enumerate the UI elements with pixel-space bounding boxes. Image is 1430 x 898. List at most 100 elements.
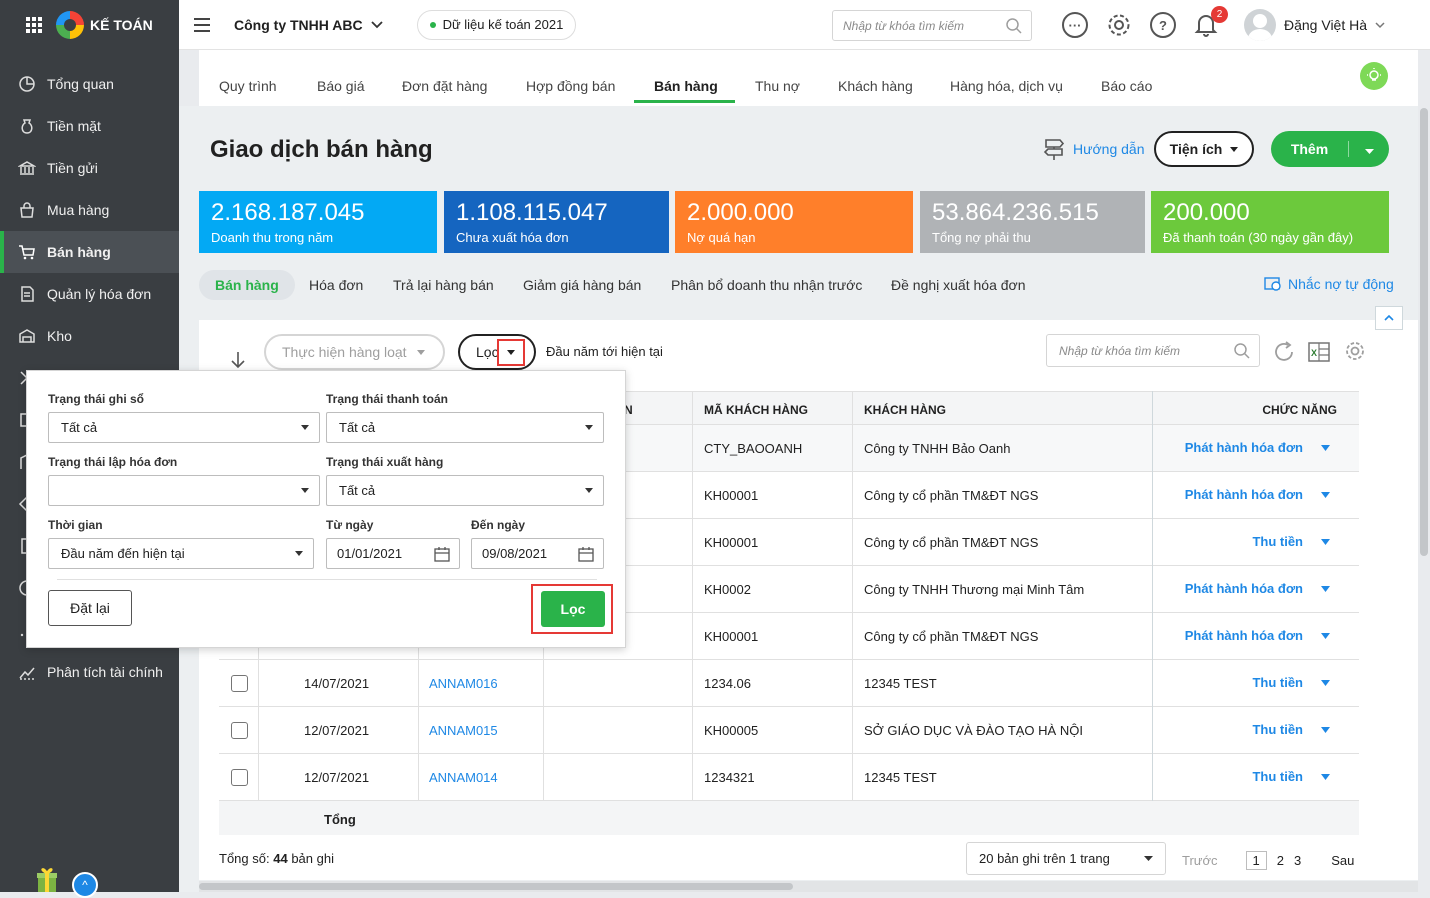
to-date-input[interactable]: 09/08/2021 <box>471 538 604 569</box>
refresh-icon[interactable] <box>1272 340 1296 364</box>
stat-card-paid-30-days[interactable]: 200.000 Đã thanh toán (30 ngày gần đây) <box>1151 191 1389 253</box>
menu-icon[interactable] <box>194 17 210 32</box>
table-search-input[interactable]: Nhập từ khóa tìm kiếm <box>1046 334 1260 367</box>
settings-icon[interactable] <box>1344 340 1366 362</box>
batch-actions-dropdown[interactable]: Thực hiện hàng loạt <box>264 334 445 370</box>
tab-sales-order[interactable]: Đơn đặt hàng <box>402 78 487 94</box>
help-icon[interactable]: ? <box>1150 12 1176 38</box>
page-button[interactable]: 1 <box>1245 851 1267 870</box>
sidebar-item-purchase[interactable]: Mua hàng <box>0 189 179 231</box>
document-number-link[interactable]: ANNAM015 <box>429 723 498 738</box>
scrollbar-thumb[interactable] <box>1420 108 1428 556</box>
sidebar-item-invoice[interactable]: Quản lý hóa đơn <box>0 273 179 315</box>
excel-export-icon[interactable]: X <box>1307 340 1331 364</box>
row-action-link[interactable]: Thu tiền <box>1252 769 1303 784</box>
tab-process[interactable]: Quy trình <box>219 78 277 94</box>
table-row[interactable]: 12/07/2021 ANNAM015 KH00005 SỞ GIÁO DỤC … <box>219 707 1359 754</box>
search-icon[interactable] <box>1005 17 1023 35</box>
auto-remind-link[interactable]: Nhắc nợ tự động <box>1264 276 1394 292</box>
caret-down-icon[interactable] <box>1321 586 1330 592</box>
chevron-up-icon[interactable]: ^ <box>72 872 98 898</box>
caret-down-icon[interactable] <box>1321 539 1330 545</box>
add-dropdown[interactable] <box>1349 141 1389 157</box>
gear-icon[interactable] <box>1106 12 1132 38</box>
time-period-select[interactable]: Đầu năm đến hiện tại <box>48 538 314 569</box>
sidebar-item-deposit[interactable]: Tiền gửi <box>0 147 179 189</box>
caret-down-icon[interactable] <box>1321 445 1330 451</box>
from-date-input[interactable]: 01/01/2021 <box>326 538 460 569</box>
sort-arrow-icon[interactable] <box>229 350 247 370</box>
stat-card-total-receivable[interactable]: 53.864.236.515 Tổng nợ phải thu <box>920 191 1145 253</box>
calendar-icon[interactable] <box>434 546 450 562</box>
subtab-invoices[interactable]: Hóa đơn <box>309 277 363 293</box>
table-row[interactable]: 14/07/2021 ANNAM016 1234.06 12345 TEST T… <box>219 660 1359 707</box>
row-action-link[interactable]: Phát hành hóa đơn <box>1185 440 1303 455</box>
sidebar-item-warehouse[interactable]: Kho <box>0 315 179 357</box>
row-action-link[interactable]: Thu tiền <box>1252 534 1303 549</box>
delivery-status-select[interactable]: Tất cả <box>326 475 604 506</box>
caret-down-icon[interactable] <box>1321 633 1330 639</box>
stat-card-overdue[interactable]: 2.000.000 Nợ quá hạn <box>675 191 913 253</box>
tab-customers[interactable]: Khách hàng <box>838 78 913 94</box>
stat-card-annual-revenue[interactable]: 2.168.187.045 Doanh thu trong năm <box>199 191 437 253</box>
horizontal-scrollbar[interactable] <box>199 881 1418 892</box>
document-number-link[interactable]: ANNAM014 <box>429 770 498 785</box>
guide-link[interactable]: Hướng dẫn <box>1043 137 1144 161</box>
filter-dropdown-toggle[interactable] <box>497 339 525 366</box>
add-button[interactable]: Thêm <box>1271 131 1389 167</box>
row-action-link[interactable]: Phát hành hóa đơn <box>1185 487 1303 502</box>
sidebar-item-cash[interactable]: Tiền mặt <box>0 105 179 147</box>
prev-page-button[interactable]: Trước <box>1182 853 1218 868</box>
subtab-sales-discounts[interactable]: Giảm giá hàng bán <box>523 277 641 293</box>
next-page-button[interactable]: Sau <box>1331 853 1354 868</box>
app-grid-icon[interactable] <box>26 17 42 33</box>
reset-button[interactable]: Đặt lại <box>48 590 132 626</box>
tab-sales-contract[interactable]: Hợp đồng bán <box>526 78 615 94</box>
sidebar-item-financial-analysis[interactable]: Phân tích tài chính <box>0 651 179 693</box>
subtab-sales-returns[interactable]: Trả lại hàng bán <box>393 277 494 293</box>
row-checkbox[interactable] <box>231 675 248 692</box>
tab-quote[interactable]: Báo giá <box>317 78 364 94</box>
dataset-badge[interactable]: Dữ liệu kế toán 2021 <box>416 9 577 40</box>
sidebar-item-sales[interactable]: Bán hàng <box>0 231 179 273</box>
row-action-link[interactable]: Phát hành hóa đơn <box>1185 581 1303 596</box>
caret-down-icon[interactable] <box>1321 492 1330 498</box>
collapse-stats-button[interactable] <box>1375 306 1403 330</box>
tab-goods-services[interactable]: Hàng hóa, dịch vụ <box>950 78 1063 94</box>
caret-down-icon[interactable] <box>1321 727 1330 733</box>
company-selector[interactable]: Công ty TNHH ABC <box>234 17 383 33</box>
sidebar-item-overview[interactable]: Tổng quan <box>0 63 179 105</box>
global-search-input[interactable]: Nhập từ khóa tìm kiếm <box>832 10 1032 41</box>
ledger-status-select[interactable]: Tất cả <box>48 412 320 443</box>
document-number-link[interactable]: ANNAM016 <box>429 676 498 691</box>
subtab-invoice-requests[interactable]: Đề nghị xuất hóa đơn <box>891 277 1026 293</box>
page-size-select[interactable]: 20 bản ghi trên 1 trang <box>966 842 1166 875</box>
more-icon[interactable]: ··· <box>1062 12 1088 38</box>
page-button[interactable]: 3 <box>1294 853 1301 868</box>
utilities-button[interactable]: Tiện ích <box>1154 131 1254 167</box>
search-icon[interactable] <box>1233 342 1251 360</box>
row-action-link[interactable]: Thu tiền <box>1252 722 1303 737</box>
caret-down-icon[interactable] <box>1321 680 1330 686</box>
tab-debt-collection[interactable]: Thu nợ <box>755 78 800 94</box>
row-action-link[interactable]: Phát hành hóa đơn <box>1185 628 1303 643</box>
row-checkbox[interactable] <box>231 722 248 739</box>
page-button[interactable]: 2 <box>1277 853 1284 868</box>
tab-reports[interactable]: Báo cáo <box>1101 78 1152 94</box>
table-row[interactable]: 12/07/2021 ANNAM014 1234321 12345 TEST T… <box>219 754 1359 801</box>
calendar-icon[interactable] <box>578 546 594 562</box>
vertical-scrollbar[interactable] <box>1418 106 1430 892</box>
stat-card-uninvoiced[interactable]: 1.108.115.047 Chưa xuất hóa đơn <box>444 191 669 253</box>
payment-status-select[interactable]: Tất cả <box>326 412 604 443</box>
apply-filter-button[interactable]: Lọc <box>541 591 605 627</box>
subtab-sales[interactable]: Bán hàng <box>199 270 295 300</box>
gift-icon[interactable] <box>35 866 59 892</box>
invoice-status-select[interactable] <box>48 475 320 506</box>
row-action-link[interactable]: Thu tiền <box>1252 675 1303 690</box>
user-menu[interactable]: Đặng Việt Hà <box>1244 9 1385 41</box>
row-checkbox[interactable] <box>231 769 248 786</box>
caret-down-icon[interactable] <box>1321 774 1330 780</box>
notification-bell[interactable]: 2 <box>1194 6 1228 38</box>
tab-sales[interactable]: Bán hàng <box>654 78 718 94</box>
subtab-deferred-revenue[interactable]: Phân bổ doanh thu nhận trước <box>671 277 862 293</box>
